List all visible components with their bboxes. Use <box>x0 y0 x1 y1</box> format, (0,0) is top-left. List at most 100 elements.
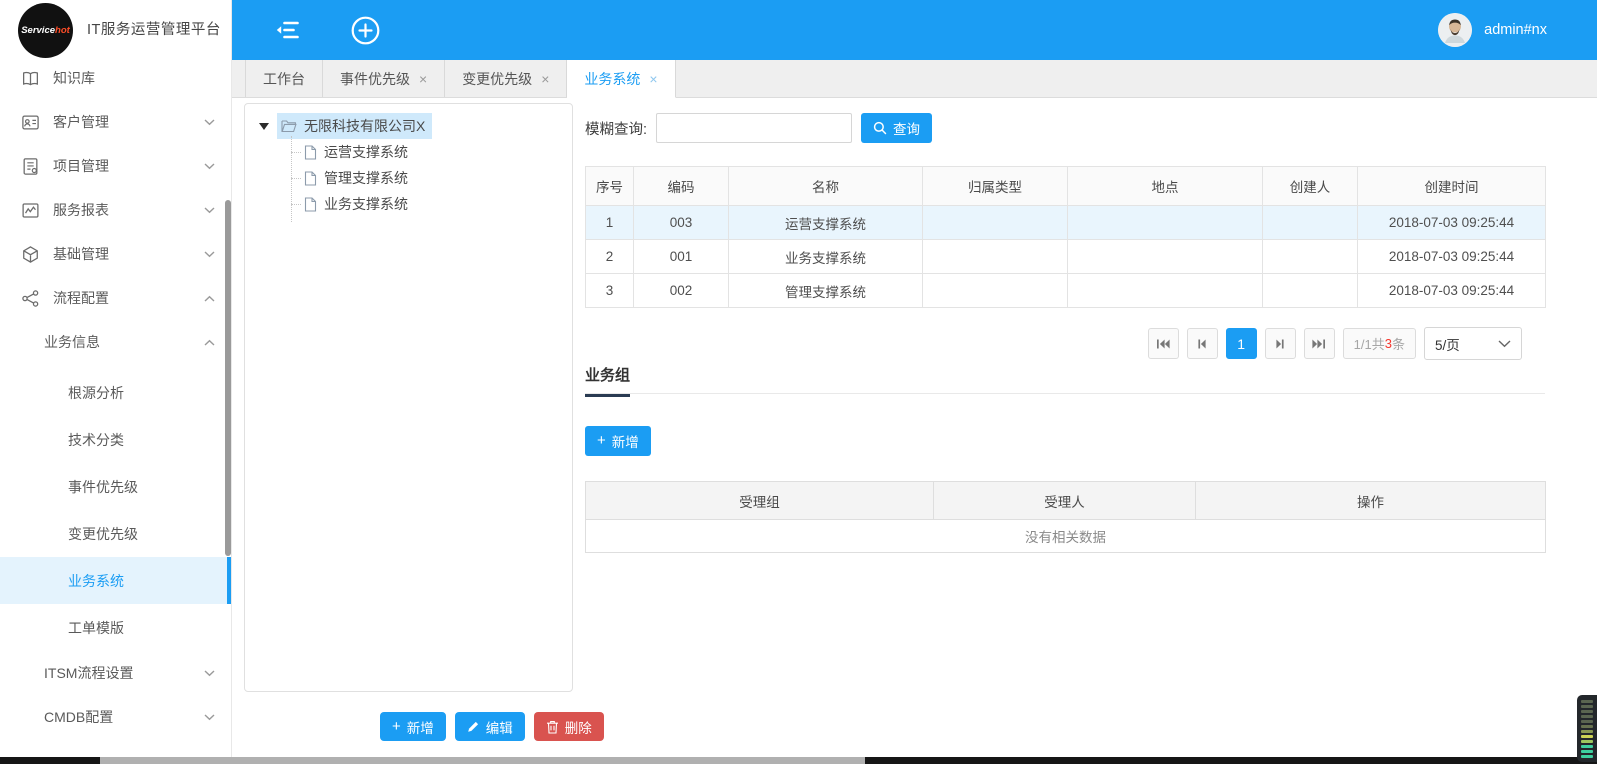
project-document-icon <box>20 156 40 176</box>
tree-node-business-system[interactable]: 业务支撑系统 <box>291 191 572 217</box>
add-tab-icon[interactable] <box>350 15 381 46</box>
app-root: Servicehot IT服务运营管理平台 知识库 客户管理 <box>0 0 1597 764</box>
table-row[interactable]: 2001业务支撑系统2018-07-03 09:25:44 <box>586 240 1546 274</box>
trash-icon <box>546 720 559 734</box>
folder-icon <box>281 119 297 133</box>
sidebar-item-root-cause[interactable]: 根源分析 <box>0 369 231 416</box>
close-icon[interactable]: × <box>419 72 427 86</box>
sidebar-item-customer-mgmt[interactable]: 客户管理 <box>0 100 231 144</box>
username: admin#nx <box>1484 22 1547 38</box>
tab-label: 变更优先级 <box>462 69 532 89</box>
menu-fold-icon[interactable] <box>275 16 305 44</box>
fuzzy-search-input[interactable] <box>656 113 852 143</box>
file-icon <box>304 171 317 186</box>
tab-incident-priority[interactable]: 事件优先级 × <box>323 60 445 97</box>
close-icon[interactable]: × <box>541 72 549 86</box>
page-number-button[interactable]: 1 <box>1226 328 1257 359</box>
tree-node-operation-system[interactable]: 运营支撑系统 <box>291 139 572 165</box>
page-summary: 1/1共3条 <box>1343 328 1416 359</box>
sidebar-item-knowledge-base[interactable]: 知识库 <box>0 56 231 100</box>
total-count: 3 <box>1385 336 1392 351</box>
tree-node-label: 运营支撑系统 <box>324 142 408 162</box>
tab-business-system[interactable]: 业务系统 × <box>567 60 675 98</box>
chevron-down-icon <box>204 714 215 721</box>
sidebar-item-process-config[interactable]: 流程配置 <box>0 276 231 320</box>
page-size-value: 5/页 <box>1435 334 1460 354</box>
column-header: 归属类型 <box>923 167 1068 206</box>
sidebar-item-label: 事件优先级 <box>68 477 138 497</box>
table-row[interactable]: 1003运营支撑系统2018-07-03 09:25:44 <box>586 206 1546 240</box>
tree-root-row: 无限科技有限公司X <box>259 113 572 139</box>
tab-bar: 工作台 事件优先级 × 变更优先级 × 业务系统 × <box>232 60 1597 98</box>
tree-root-node[interactable]: 无限科技有限公司X <box>277 113 432 139</box>
tab-change-priority[interactable]: 变更优先级 × <box>445 60 567 97</box>
chevron-down-icon <box>204 670 215 677</box>
sidebar-item-tech-category[interactable]: 技术分类 <box>0 416 231 463</box>
tab-label: 事件优先级 <box>340 69 410 89</box>
column-header: 受理组 <box>586 482 934 520</box>
sidebar-item-project-mgmt[interactable]: 项目管理 <box>0 144 231 188</box>
fuzzy-search-label: 模糊查询: <box>585 118 647 139</box>
sidebar-item-label: 基础管理 <box>53 244 109 264</box>
sidebar-item-change-priority[interactable]: 变更优先级 <box>0 510 231 557</box>
plus-icon: + <box>597 433 606 448</box>
plus-icon: + <box>392 719 401 734</box>
sidebar-item-ticket-template[interactable]: 工单模版 <box>0 604 231 651</box>
button-label: 新增 <box>612 431 639 451</box>
table-row[interactable]: 3002管理支撑系统2018-07-03 09:25:44 <box>586 274 1546 308</box>
tree-edit-button[interactable]: 编辑 <box>455 712 525 741</box>
tree-collapse-caret[interactable] <box>259 123 269 130</box>
tree-connector <box>291 204 301 205</box>
chevron-down-icon <box>204 251 215 258</box>
sidebar-item-itsm-process[interactable]: ITSM流程设置 <box>0 651 231 695</box>
column-header: 序号 <box>586 167 634 206</box>
last-page-button[interactable] <box>1304 328 1335 359</box>
sidebar-item-cmdb-config[interactable]: CMDB配置 <box>0 695 231 739</box>
sidebar-item-incident-priority[interactable]: 事件优先级 <box>0 463 231 510</box>
column-header: 操作 <box>1196 482 1546 520</box>
chevron-down-icon <box>204 163 215 170</box>
capture-widget[interactable] <box>1577 695 1597 762</box>
sidebar-nav: 知识库 客户管理 项目管理 服务报表 <box>0 56 231 739</box>
tree-connector <box>291 152 301 153</box>
sidebar: Servicehot IT服务运营管理平台 知识库 客户管理 <box>0 0 232 764</box>
sidebar-item-base-mgmt[interactable]: 基础管理 <box>0 232 231 276</box>
column-header: 受理人 <box>934 482 1196 520</box>
tree-actions: + 新增 编辑 删除 <box>380 712 604 741</box>
horizontal-scrollbar-thumb[interactable] <box>100 757 865 764</box>
business-group-table: 受理组 受理人 操作 没有相关数据 <box>585 481 1546 553</box>
sidebar-item-service-report[interactable]: 服务报表 <box>0 188 231 232</box>
current-page: 1 <box>1237 336 1245 352</box>
brand: Servicehot IT服务运营管理平台 <box>0 0 231 56</box>
tree-children: 运营支撑系统 管理支撑系统 业务支撑系统 <box>291 139 572 217</box>
sidebar-item-business-system[interactable]: 业务系统 <box>0 557 231 604</box>
prev-page-button[interactable] <box>1187 328 1218 359</box>
search-icon <box>873 121 887 135</box>
chevron-down-icon <box>1498 340 1511 348</box>
group-add-button[interactable]: + 新增 <box>585 426 651 456</box>
user-menu[interactable]: admin#nx <box>1438 13 1547 47</box>
sidebar-scrollbar[interactable] <box>225 200 231 556</box>
cube-icon <box>20 244 40 264</box>
sidebar-item-label: 业务信息 <box>44 332 100 352</box>
logo-text-service: Service <box>21 25 55 36</box>
sidebar-item-label: 工单模版 <box>68 618 124 638</box>
first-page-button[interactable] <box>1148 328 1179 359</box>
tab-workbench[interactable]: 工作台 <box>245 60 323 97</box>
horizontal-scrollbar[interactable] <box>0 757 1597 764</box>
pencil-icon <box>467 720 480 733</box>
close-icon[interactable]: × <box>649 72 657 86</box>
table-header-row: 序号 编码 名称 归属类型 地点 创建人 创建时间 <box>586 167 1546 206</box>
sidebar-item-label: ITSM流程设置 <box>44 663 133 683</box>
button-label: 删除 <box>565 717 592 737</box>
logo-text-hot: hot <box>55 25 70 36</box>
column-header: 名称 <box>729 167 923 206</box>
tree-delete-button[interactable]: 删除 <box>534 712 604 741</box>
search-button[interactable]: 查询 <box>861 113 932 143</box>
next-page-button[interactable] <box>1265 328 1296 359</box>
sidebar-item-business-info[interactable]: 业务信息 <box>0 320 231 364</box>
tree-add-button[interactable]: + 新增 <box>380 712 446 741</box>
page-size-select[interactable]: 5/页 <box>1424 327 1522 360</box>
column-header: 创建人 <box>1263 167 1358 206</box>
tree-node-mgmt-system[interactable]: 管理支撑系统 <box>291 165 572 191</box>
